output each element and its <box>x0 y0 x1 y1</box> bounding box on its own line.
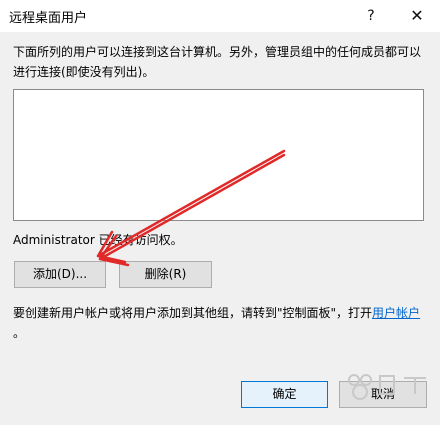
remove-button[interactable]: 删除(R) <box>119 261 212 288</box>
user-accounts-link[interactable]: 用户帐户 <box>372 306 420 320</box>
title-bar: 远程桌面用户 ? ✕ <box>0 0 440 32</box>
info-text-suffix: 。 <box>13 326 26 340</box>
cancel-button[interactable]: 取消 <box>339 381 427 408</box>
help-icon[interactable]: ? <box>356 4 386 28</box>
ok-button[interactable]: 确定 <box>241 381 328 408</box>
close-icon[interactable]: ✕ <box>402 4 432 28</box>
user-list[interactable] <box>13 89 424 221</box>
dialog-body: 下面所列的用户可以连接到这台计算机。另外，管理员组中的任何成员都可以进行连接(即… <box>0 32 440 425</box>
add-button[interactable]: 添加(D)... <box>14 261 106 288</box>
info-text-body: 要创建新用户帐户或将用户添加到其他组，请转到"控制面板"，打开 <box>13 306 373 320</box>
info-text: 要创建新用户帐户或将用户添加到其他组，请转到"控制面板"，打开用户帐户。 <box>13 303 433 343</box>
access-status-text: Administrator 已经有访问权。 <box>13 233 183 247</box>
window-title: 远程桌面用户 <box>9 11 88 26</box>
description-text: 下面所列的用户可以连接到这台计算机。另外，管理员组中的任何成员都可以进行连接(即… <box>13 45 422 79</box>
